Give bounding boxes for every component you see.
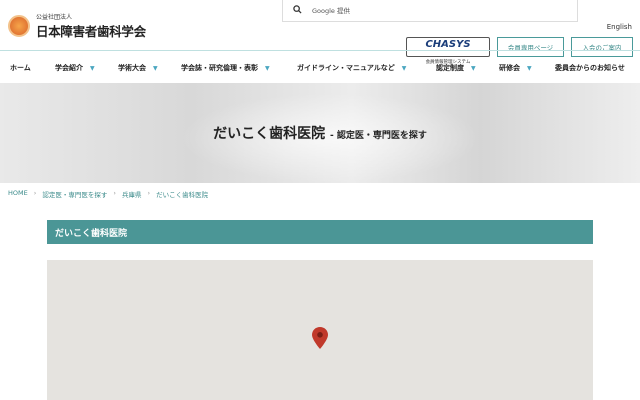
chasys-title: CHASYS [425, 39, 471, 50]
nav-notices[interactable]: 委員会からのお知らせ [555, 63, 625, 73]
nav-guidelines[interactable]: ガイドライン・マニュアルなど ▼ [297, 63, 406, 73]
breadcrumb-prefecture[interactable]: 兵庫県 [122, 189, 142, 199]
org-type: 公益社団法人 [36, 14, 73, 21]
nav-training[interactable]: 研修会 ▼ [499, 63, 532, 73]
breadcrumb: HOME › 認定医・専門医を探す › 兵庫県 › だいこく歯科医院 [8, 189, 209, 199]
site-logo[interactable]: 公益社団法人 日本障害者歯科学会 [8, 12, 146, 40]
nav-journal[interactable]: 学会誌・研究倫理・表彰 ▼ [181, 63, 270, 73]
nav-about[interactable]: 学会紹介 ▼ [55, 63, 95, 73]
page-title: だいこく歯科医院 - 認定医・専門医を探す [213, 126, 427, 142]
dropdown-icon: ▼ [527, 65, 532, 72]
map-pin-icon[interactable] [312, 327, 328, 349]
org-name: 日本障害者歯科学会 [36, 24, 146, 39]
clinic-heading: だいこく歯科医院 [47, 220, 593, 244]
society-emblem-icon [8, 15, 30, 37]
breadcrumb-current: だいこく歯科医院 [156, 191, 209, 199]
breadcrumb-home[interactable]: HOME [8, 189, 28, 199]
dropdown-icon: ▼ [265, 65, 270, 72]
hero-banner: だいこく歯科医院 - 認定医・専門医を探す [0, 83, 640, 183]
breadcrumb-search[interactable]: 認定医・専門医を探す [42, 189, 107, 199]
english-link[interactable]: English [607, 23, 632, 31]
search-placeholder: Google 提供 [312, 6, 350, 15]
dropdown-icon: ▼ [90, 65, 95, 72]
main-nav: ホーム 学会紹介 ▼ 学術大会 ▼ 学会誌・研究倫理・表彰 ▼ ガイドライン・マニュア… [0, 50, 640, 83]
map[interactable] [47, 260, 593, 400]
search-icon [293, 5, 302, 14]
dropdown-icon: ▼ [471, 65, 476, 72]
dropdown-icon: ▼ [401, 65, 407, 72]
nav-congress[interactable]: 学術大会 ▼ [118, 63, 158, 73]
search-input[interactable]: Google 提供 [282, 0, 578, 22]
nav-home[interactable]: ホーム [10, 63, 31, 73]
dropdown-icon: ▼ [153, 65, 158, 72]
nav-certification[interactable]: 認定制度 ▼ [436, 63, 476, 73]
